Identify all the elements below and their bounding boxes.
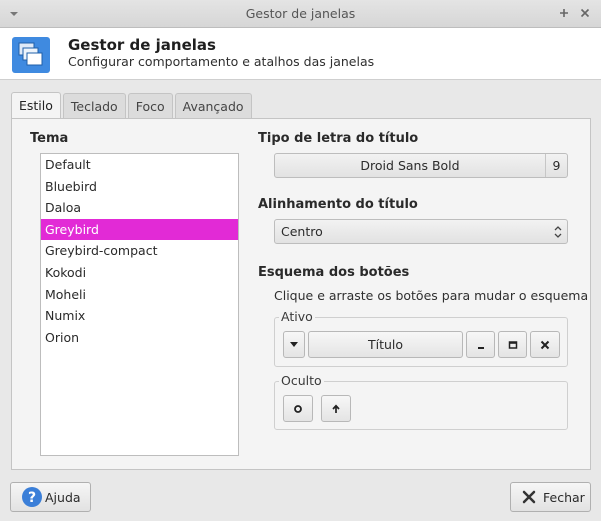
- window-manager-icon: [12, 37, 50, 73]
- help-button[interactable]: ? Ajuda: [10, 482, 91, 512]
- button-layout-label: Esquema dos botões: [258, 265, 410, 280]
- close-button-slot[interactable]: [530, 331, 560, 358]
- theme-list[interactable]: Default Bluebird Daloa Greybird Greybird…: [40, 153, 239, 456]
- window-titlebar: Gestor de janelas: [0, 0, 601, 28]
- arrow-up-icon: [332, 404, 340, 413]
- window-title: Gestor de janelas: [245, 6, 356, 21]
- font-name: Droid Sans Bold: [360, 158, 460, 173]
- font-size: 9: [545, 154, 567, 177]
- title-button-slot[interactable]: Título: [308, 331, 463, 358]
- menu-button-slot[interactable]: [283, 331, 305, 358]
- active-group-label: Ativo: [279, 309, 315, 324]
- dialog-subtitle: Configurar comportamento e atalhos das j…: [68, 54, 375, 69]
- theme-item[interactable]: Bluebird: [41, 176, 238, 198]
- button-layout-hint: Clique e arraste os botões para mudar o …: [274, 288, 589, 303]
- tab-foco[interactable]: Foco: [127, 93, 173, 118]
- theme-item[interactable]: Moheli: [41, 284, 238, 306]
- minimize-icon: [477, 346, 484, 349]
- theme-item[interactable]: Kokodi: [41, 262, 238, 284]
- title-alignment-combo[interactable]: Centro: [274, 219, 568, 244]
- theme-item[interactable]: Daloa: [41, 197, 238, 219]
- title-alignment-label: Alinhamento do título: [258, 197, 418, 212]
- theme-item[interactable]: Default: [41, 154, 238, 176]
- dialog-header: Gestor de janelas Configurar comportamen…: [0, 28, 601, 80]
- active-buttons-group: Ativo Título: [274, 309, 568, 367]
- chevron-down-icon: [290, 341, 298, 347]
- theme-label: Tema: [30, 131, 69, 146]
- alignment-value: Centro: [281, 224, 323, 239]
- tab-teclado[interactable]: Teclado: [62, 93, 126, 118]
- spin-arrows-icon: [554, 226, 562, 238]
- dialog-title: Gestor de janelas: [68, 36, 216, 54]
- close-icon: [540, 340, 550, 349]
- hidden-buttons-group: Oculto: [274, 373, 568, 430]
- tab-estilo[interactable]: Estilo: [11, 92, 61, 118]
- help-icon: ?: [22, 487, 42, 507]
- help-label: Ajuda: [45, 489, 81, 505]
- close-dialog-button[interactable]: Fechar: [510, 482, 591, 512]
- minimize-button-slot[interactable]: [466, 331, 495, 358]
- close-label: Fechar: [543, 489, 585, 505]
- maximize-button-slot[interactable]: [498, 331, 527, 358]
- close-icon[interactable]: [578, 6, 592, 20]
- maximize-icon: [508, 340, 517, 349]
- style-tab-panel: Tema Default Bluebird Daloa Greybird Gre…: [11, 118, 591, 470]
- hidden-group-label: Oculto: [279, 373, 324, 388]
- theme-item[interactable]: Orion: [41, 327, 238, 349]
- svg-text:?: ?: [28, 490, 36, 506]
- tab-bar: Estilo Teclado Foco Avançado: [11, 92, 254, 118]
- tab-avancado[interactable]: Avançado: [174, 93, 252, 118]
- stick-button-slot[interactable]: [283, 395, 313, 422]
- shade-button-slot[interactable]: [321, 395, 351, 422]
- theme-item-selected[interactable]: Greybird: [41, 218, 238, 241]
- title-font-button[interactable]: Droid Sans Bold 9: [274, 153, 568, 178]
- title-font-label: Tipo de letra do título: [258, 131, 419, 146]
- close-icon: [522, 490, 536, 504]
- stick-icon: [294, 404, 302, 413]
- maximize-icon[interactable]: [557, 6, 571, 20]
- theme-item[interactable]: Numix: [41, 305, 238, 327]
- theme-item[interactable]: Greybird-compact: [41, 240, 238, 262]
